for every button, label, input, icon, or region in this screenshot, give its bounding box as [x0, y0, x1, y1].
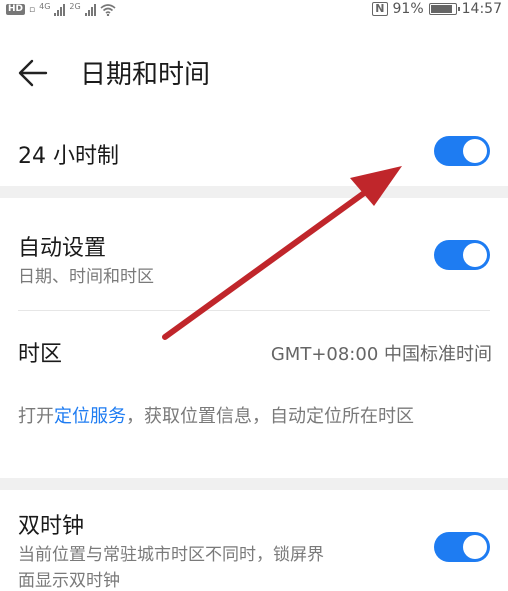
setting-dual-clock-sublabel-2: 面显示双时钟	[18, 571, 120, 591]
setting-dual-clock[interactable]: 双时钟 当前位置与常驻城市时区不同时，锁屏界 面显示双时钟	[0, 490, 508, 591]
section-separator	[0, 186, 508, 198]
setting-auto[interactable]: 自动设置 日期、时间和时区	[0, 198, 508, 308]
location-service-link[interactable]: 定位服务	[54, 406, 126, 427]
toggle-dual-clock[interactable]	[434, 532, 490, 562]
toggle-auto[interactable]	[434, 240, 490, 270]
signal-strength-2-icon	[84, 3, 96, 16]
signal2-label: 2G	[69, 2, 81, 11]
setting-auto-label: 自动设置	[18, 236, 107, 261]
status-bar-left: HD ▫ 4G 2G	[6, 2, 116, 17]
hint-prefix: 打开	[18, 406, 54, 427]
arrow-left-icon[interactable]	[16, 56, 50, 90]
setting-dual-clock-sublabel-1: 当前位置与常驻城市时区不同时，锁屏界	[18, 545, 324, 565]
status-bar: HD ▫ 4G 2G N 91% 14:57	[0, 0, 508, 22]
setting-timezone-label: 时区	[18, 342, 63, 367]
wifi-icon	[100, 3, 116, 16]
hd-indicator-icon: ▫	[29, 4, 36, 15]
setting-timezone[interactable]: 时区 GMT+08:00 中国标准时间	[0, 312, 508, 386]
setting-timezone-value: GMT+08:00 中国标准时间	[270, 344, 492, 365]
signal-strength-1-icon	[54, 3, 66, 16]
hint-suffix: ，获取位置信息，自动定位所在时区	[126, 406, 414, 427]
setting-24-hour-label: 24 小时制	[18, 144, 119, 169]
status-bar-right: N 91% 14:57	[372, 1, 502, 17]
hd-badge: HD	[6, 4, 26, 15]
nfc-icon: N	[372, 2, 388, 16]
location-hint: 打开定位服务，获取位置信息，自动定位所在时区	[18, 401, 488, 433]
setting-auto-sublabel: 日期、时间和时区	[18, 267, 154, 287]
signal1-label: 4G	[39, 2, 51, 11]
toggle-24-hour[interactable]	[434, 136, 490, 166]
clock-time: 14:57	[461, 1, 502, 17]
setting-24-hour[interactable]: 24 小时制	[0, 120, 508, 186]
battery-icon	[428, 3, 460, 15]
battery-percent: 91%	[392, 1, 424, 17]
page-title: 日期和时间	[80, 60, 211, 90]
section-separator	[0, 478, 508, 490]
setting-dual-clock-label: 双时钟	[18, 514, 85, 539]
row-divider	[18, 310, 490, 311]
app-header: 日期和时间	[0, 50, 508, 96]
